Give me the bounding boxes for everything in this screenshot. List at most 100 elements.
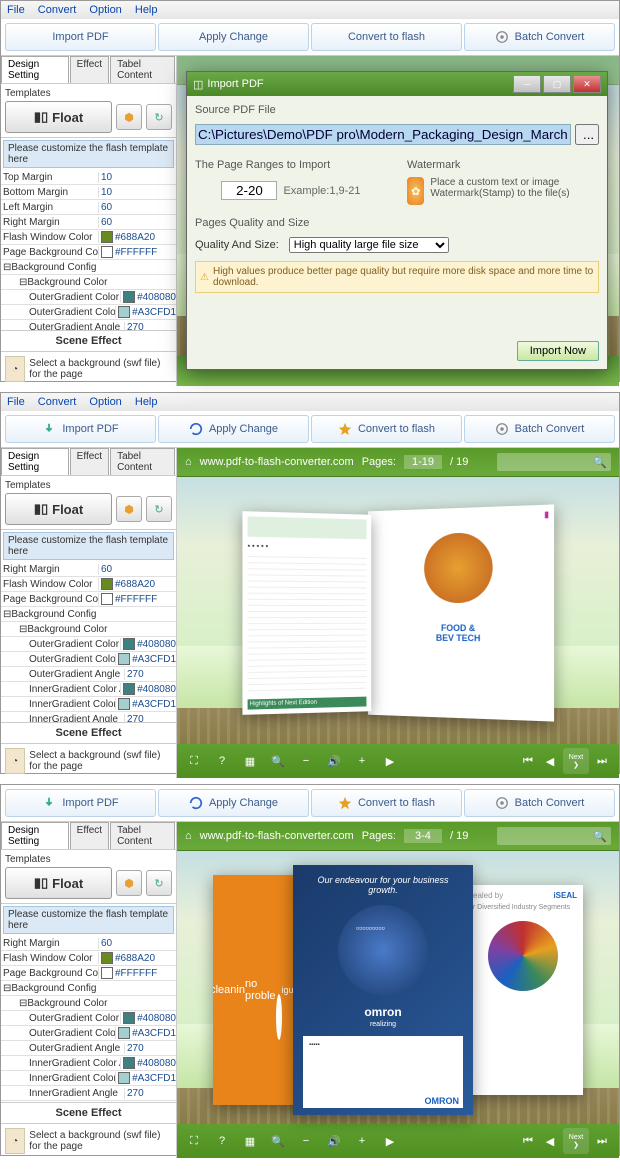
menu-help[interactable]: Help [135,396,158,408]
property-value[interactable]: 270 [124,1043,176,1054]
dialog-titlebar[interactable]: ◫ Import PDF ─ ▢ ✕ [187,72,607,96]
apply-change-button[interactable]: Apply Change [158,23,309,51]
watermark-icon[interactable]: ✿ [407,177,424,205]
color-swatch[interactable] [101,231,113,243]
property-value[interactable]: 10 [98,187,176,198]
property-row[interactable]: InnerGradient Angle270 [1,1086,176,1101]
fullscreen-icon[interactable]: ⛶ [185,1132,203,1150]
convert-to-flash-button[interactable]: Convert to flash [311,789,462,817]
page-input[interactable] [404,829,442,843]
zoom-out-icon[interactable]: − [297,752,315,770]
menu-option[interactable]: Option [89,4,121,16]
tab-table-content[interactable]: Tabel Content [110,56,175,83]
page-back-left[interactable]: ...cleaninno proble igus.in/p [213,875,303,1105]
property-row[interactable]: Right Margin60 [1,215,176,230]
float-template-button[interactable]: ▮▯Float [5,101,112,133]
color-swatch[interactable] [101,952,113,964]
browse-button[interactable]: ... [575,124,599,145]
color-swatch[interactable] [118,1027,130,1039]
property-row[interactable]: Bottom Margin10 [1,185,176,200]
property-row[interactable]: Flash Window Color#688A20 [1,230,176,245]
play-icon[interactable]: ▶ [381,1132,399,1150]
property-row[interactable]: ⊟Background Config [1,981,176,996]
next-page-button[interactable]: Next❯ [563,1128,589,1154]
property-row[interactable]: ⊟Background Config [1,607,176,622]
apply-change-button[interactable]: Apply Change [158,415,309,443]
thumbnails-icon[interactable]: ▦ [241,1132,259,1150]
tab-effect[interactable]: Effect [70,56,109,83]
menu-option[interactable]: Option [89,396,121,408]
color-swatch[interactable] [118,698,130,710]
color-swatch[interactable] [118,1072,130,1084]
zoom-in-icon[interactable]: + [353,752,371,770]
property-value[interactable]: 270 [124,714,176,723]
color-swatch[interactable] [118,653,130,665]
prev-page-icon[interactable]: ◀ [541,1132,559,1150]
template-action-1[interactable]: ⬢ [116,870,142,896]
tab-design-setting[interactable]: Design Setting [1,822,69,849]
close-button[interactable]: ✕ [573,75,601,93]
menu-file[interactable]: File [7,4,25,16]
property-row[interactable]: OuterGradient Angle270 [1,320,176,330]
property-row[interactable]: Page Background Color#FFFFFF [1,966,176,981]
sound-icon[interactable]: 🔊 [325,1132,343,1150]
property-row[interactable]: ⊟Background Color [1,996,176,1011]
property-row[interactable]: Page Background Color#FFFFFF [1,245,176,260]
tab-table-content[interactable]: Tabel Content [110,448,175,475]
property-row[interactable]: ⊟Background Color [1,622,176,637]
property-row[interactable]: OuterGradient Color B#A3CFD1 [1,305,176,320]
property-value[interactable]: #408080 [120,1057,176,1069]
import-pdf-button[interactable]: Import PDF [5,23,156,51]
property-row[interactable]: Right Margin60 [1,562,176,577]
template-action-2[interactable]: ↻ [146,870,172,896]
import-pdf-button[interactable]: Import PDF [5,415,156,443]
color-swatch[interactable] [118,306,130,318]
property-value[interactable]: #FFFFFF [98,246,176,258]
property-row[interactable]: Right Margin60 [1,936,176,951]
convert-to-flash-button[interactable]: Convert to flash [311,415,462,443]
page-range-input[interactable] [221,181,277,200]
fullscreen-icon[interactable]: ⛶ [185,752,203,770]
menu-file[interactable]: File [7,396,25,408]
color-swatch[interactable] [123,1057,135,1069]
color-swatch[interactable] [101,246,113,258]
property-value[interactable]: #A3CFD1 [115,698,176,710]
property-row[interactable]: Top Margin10 [1,170,176,185]
menu-convert[interactable]: Convert [38,396,77,408]
template-action-2[interactable]: ↻ [146,104,172,130]
menu-convert[interactable]: Convert [38,4,77,16]
property-value[interactable]: 10 [98,172,176,183]
float-template-button[interactable]: ▮▯Float [5,493,112,525]
batch-convert-button[interactable]: Batch Convert [464,789,615,817]
property-value[interactable]: 270 [124,1088,176,1099]
help-icon[interactable]: ? [213,1132,231,1150]
last-page-icon[interactable]: ⏭ [593,752,611,770]
property-value[interactable]: 60 [98,564,176,575]
property-row[interactable]: OuterGradient Angle270 [1,667,176,682]
tab-design-setting[interactable]: Design Setting [1,56,69,83]
page-left[interactable]: ▪ ▪ ▪ ▪ ▪Highlights of Next Edition [242,511,371,715]
menu-help[interactable]: Help [135,4,158,16]
property-row[interactable]: OuterGradient Color A#408080 [1,290,176,305]
property-row[interactable]: OuterGradient Color B#A3CFD1 [1,652,176,667]
property-value[interactable]: #A3CFD1 [115,1027,176,1039]
property-value[interactable]: #A3CFD1 [115,1072,176,1084]
batch-convert-button[interactable]: Batch Convert [464,415,615,443]
tab-effect[interactable]: Effect [70,448,109,475]
search-box[interactable]: 🔍 [497,827,611,845]
page-back-right[interactable]: sealed byiSEAL or Diversified Industry S… [463,885,583,1095]
property-value[interactable]: 60 [98,938,176,949]
template-action-1[interactable]: ⬢ [116,104,142,130]
play-icon[interactable]: ▶ [381,752,399,770]
property-value[interactable]: #408080 [120,638,176,650]
property-row[interactable]: InnerGradient Color B#A3CFD1 [1,697,176,712]
search-icon[interactable]: 🔍 [269,752,287,770]
property-value[interactable]: #A3CFD1 [115,653,176,665]
convert-to-flash-button[interactable]: Convert to flash [311,23,462,51]
thumbnails-icon[interactable]: ▦ [241,752,259,770]
minimize-button[interactable]: ─ [513,75,541,93]
property-row[interactable]: InnerGradient Angle270 [1,712,176,722]
color-swatch[interactable] [101,967,113,979]
first-page-icon[interactable]: ⏮ [519,1132,537,1150]
quality-select[interactable]: High quality large file size [289,237,449,253]
